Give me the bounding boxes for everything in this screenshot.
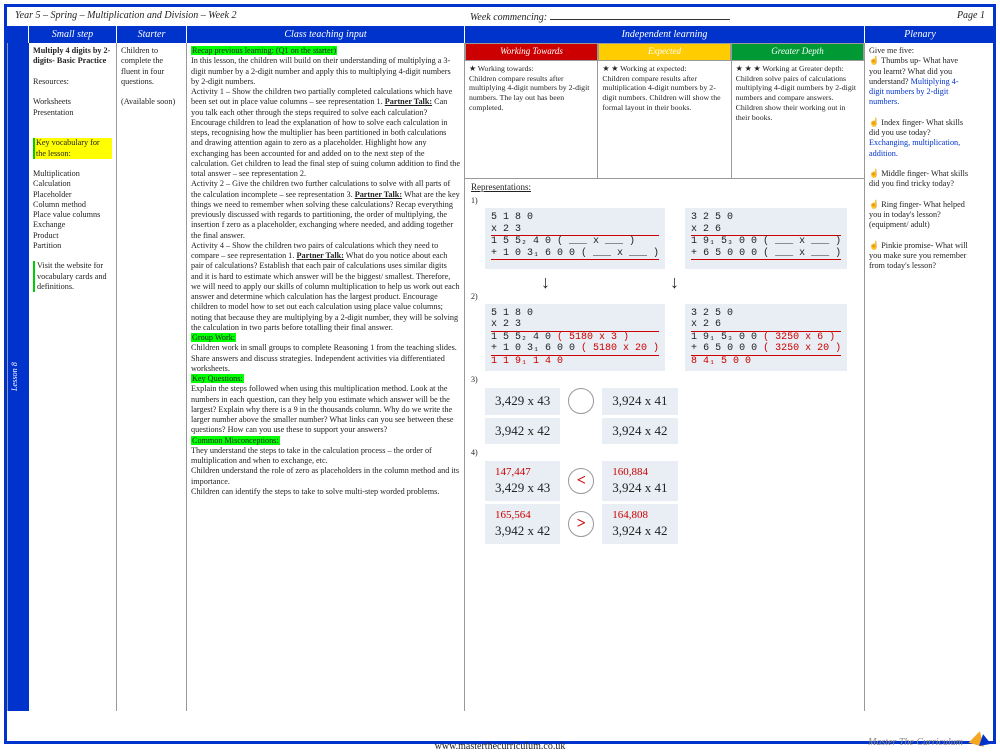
key-questions: Explain the steps followed when using th… — [191, 384, 454, 434]
comp-box: 160,884 3,924 x 41 — [602, 461, 677, 501]
rep-4-row-2: 165,564 3,942 x 42 > 164,808 3,924 x 42 — [485, 504, 858, 544]
give-me-five-label: Give me five: — [869, 46, 971, 56]
vocab-list: Multiplication Calculation Placeholder C… — [33, 169, 112, 251]
col-independent-header: Independent learning — [465, 26, 865, 43]
starter-note: (Available soon) — [121, 97, 182, 107]
recap-label: Recap previous learning: (Q1 on the star… — [191, 46, 337, 55]
partner-talk-1: Can you talk each other through the step… — [191, 97, 460, 178]
rep-1: 5 1 8 0 x 2 3 1 5 5₂ 4 0 ( ___ x ___ ) +… — [485, 208, 858, 269]
greater-depth-text: ★ ★ ★ Working at Greater depth: Children… — [732, 61, 864, 179]
compare-circle-blank — [568, 388, 594, 414]
teaching-intro: In this lesson, the children will build … — [191, 56, 451, 86]
page-top-header: Year 5 – Spring – Multiplication and Div… — [7, 7, 993, 26]
plenary-index: ☝ Index finger- What skills did you use … — [869, 118, 971, 159]
arrow-down-icon: ↓ — [541, 271, 550, 294]
greater-than-icon: > — [568, 511, 594, 537]
lesson-row: Lesson 8 Multiply 4 digits by 2-digits- … — [7, 43, 993, 711]
rep-1-label: 1) — [471, 196, 858, 206]
teaching-cell: Recap previous learning: (Q1 on the star… — [187, 43, 465, 711]
comp-box: 165,564 3,942 x 42 — [485, 504, 560, 544]
week-commencing: Week commencing: — [470, 10, 925, 23]
lesson-plan-page: Year 5 – Spring – Multiplication and Div… — [4, 4, 996, 744]
less-than-icon: < — [568, 468, 594, 494]
differentiation-body: ★ Working towards: Children compare resu… — [465, 61, 864, 179]
rep-3-row-2: 3,942 x 42 3,924 x 42 — [485, 418, 858, 444]
plenary-middle: ☝ Middle finger- What skills did you fin… — [869, 169, 971, 190]
partner-talk-4: What do you notice about each pair of ca… — [191, 251, 460, 332]
plenary-ring: ☝ Ring finger- What helped you in today'… — [869, 200, 971, 231]
misconceptions: They understand the steps to take in the… — [191, 446, 459, 496]
group-work: Children work in small groups to complet… — [191, 343, 457, 373]
comp-box: 164,808 3,924 x 42 — [602, 504, 677, 544]
expected-text: ★ ★ Working at expected: Children compar… — [598, 61, 731, 179]
col-small-step-header: Small step — [29, 26, 117, 43]
col-plenary-header: Plenary — [865, 26, 975, 43]
plenary-pinkie: ☝ Pinkie promise- What will you make sur… — [869, 241, 971, 272]
comp-box: 3,942 x 42 — [485, 418, 560, 444]
misconceptions-label: Common Misconceptions: — [191, 436, 280, 445]
week-commencing-blank — [550, 10, 730, 20]
col-starter-header: Starter — [117, 26, 187, 43]
rep-2: 5 1 8 0 x 2 3 1 5 5₂ 4 0 ( 5180 x 3 ) + … — [485, 304, 858, 372]
rep-4-row-1: 147,447 3,429 x 43 < 160,884 3,924 x 41 — [485, 461, 858, 501]
plenary-cell: Give me five: ☝ Thumbs up- What have you… — [865, 43, 975, 711]
lesson-number-cell: Lesson 8 — [7, 43, 29, 711]
comp-box: 3,924 x 41 — [602, 388, 677, 414]
calc-2a: 5 1 8 0 x 2 3 1 5 5₂ 4 0 ( 5180 x 3 ) + … — [485, 304, 665, 372]
footer-url: www.masterthecurriculum.co.uk — [0, 741, 1000, 752]
key-questions-label: Key Questions: — [191, 374, 244, 383]
arrows: ↓ ↓ — [541, 273, 858, 292]
representations: Representations: 1) 5 1 8 0 x 2 3 1 5 5₂… — [465, 179, 864, 550]
working-towards-header: Working Towards — [465, 43, 598, 61]
expected-header: Expected — [598, 43, 731, 61]
partner-talk-2-label: Partner Talk: — [355, 190, 402, 199]
representations-label: Representations: — [471, 182, 858, 193]
starter-text: Children to complete the fluent in four … — [121, 46, 182, 87]
differentiation-header: Working Towards Expected Greater Depth — [465, 43, 864, 61]
comp-box: 3,924 x 42 — [602, 418, 677, 444]
brand-logo: Master The Curriculum — [868, 731, 990, 748]
comp-box: 147,447 3,429 x 43 — [485, 461, 560, 501]
calc-2b: 3 2 5 0 x 2 6 1 9₁ 5₃ 0 0 ( 3250 x 6 ) +… — [685, 304, 847, 372]
arrow-down-icon: ↓ — [670, 271, 679, 294]
small-step-title: Multiply 4 digits by 2-digits- Basic Pra… — [33, 46, 112, 67]
resources-list: Worksheets Presentation — [33, 97, 112, 118]
resources-label: Resources: — [33, 77, 112, 87]
partner-talk-1-label: Partner Talk: — [385, 97, 432, 106]
col-lesson-header — [7, 26, 29, 43]
col-teaching-header: Class teaching input — [187, 26, 465, 43]
column-headers: Small step Starter Class teaching input … — [7, 26, 993, 43]
small-step-cell: Multiply 4 digits by 2-digits- Basic Pra… — [29, 43, 117, 711]
rep-2-label: 2) — [471, 292, 858, 302]
calc-1a: 5 1 8 0 x 2 3 1 5 5₂ 4 0 ( ___ x ___ ) +… — [485, 208, 665, 269]
starter-cell: Children to complete the fluent in four … — [117, 43, 187, 711]
page-number: Page 1 — [925, 10, 985, 23]
plenary-thumb: ☝ Thumbs up- What have you learnt? What … — [869, 56, 971, 107]
greater-depth-header: Greater Depth — [731, 43, 864, 61]
independent-cell: Working Towards Expected Greater Depth ★… — [465, 43, 865, 711]
partner-talk-4-label: Partner Talk: — [296, 251, 343, 260]
group-work-label: Group Work: — [191, 333, 236, 342]
key-vocab-label: Key vocabulary for the lesson: — [33, 138, 112, 159]
rep-4-label: 4) — [471, 448, 858, 458]
website-note: Visit the website for vocabulary cards a… — [33, 261, 112, 292]
calc-1b: 3 2 5 0 x 2 6 1 9₁ 5₃ 0 0 ( ___ x ___ ) … — [685, 208, 847, 269]
flame-icon — [977, 733, 991, 746]
rep-3-label: 3) — [471, 375, 858, 385]
unit-title: Year 5 – Spring – Multiplication and Div… — [15, 10, 470, 23]
working-towards-text: ★ Working towards: Children compare resu… — [465, 61, 598, 179]
comp-box: 3,429 x 43 — [485, 388, 560, 414]
rep-3-row-1: 3,429 x 43 3,924 x 41 — [485, 388, 858, 414]
